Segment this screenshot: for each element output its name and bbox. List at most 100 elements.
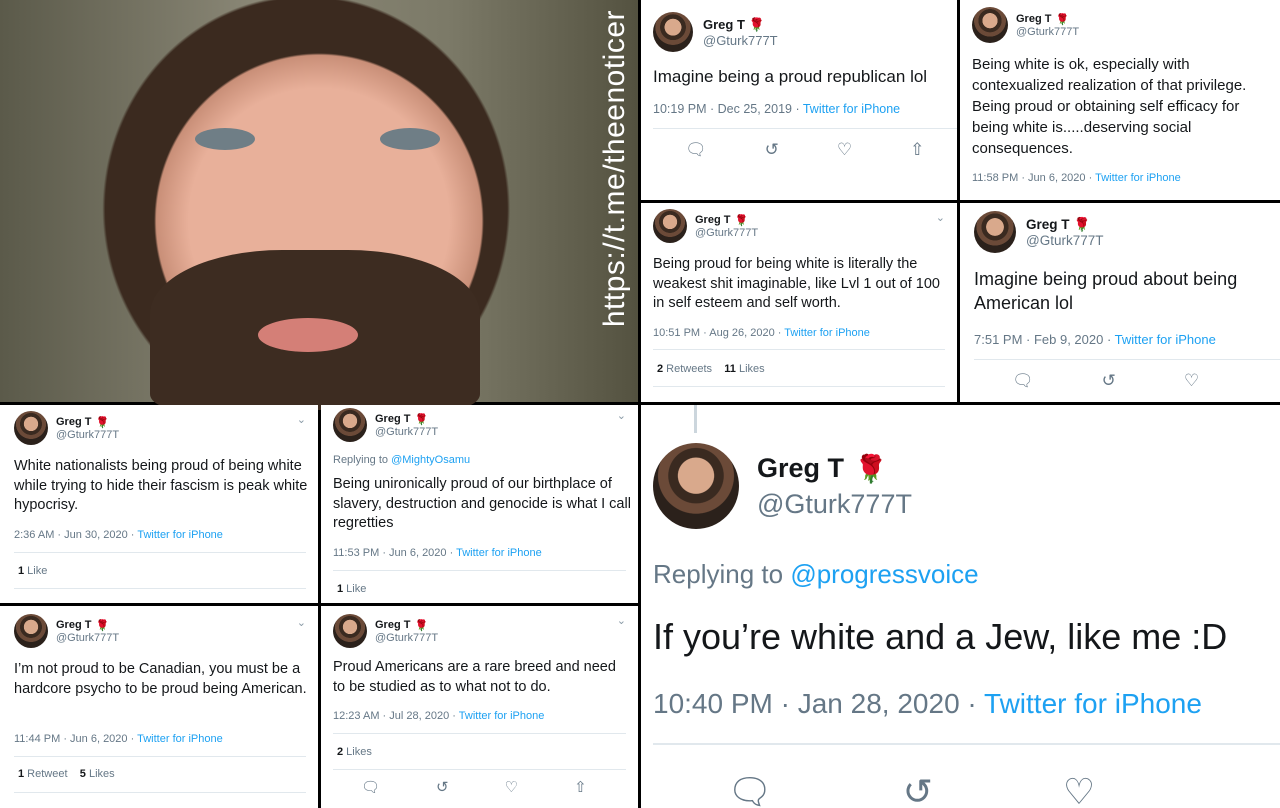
like-icon[interactable]: ♡ — [1063, 771, 1095, 808]
replying-to: Replying to @MightyOsamu — [333, 454, 471, 466]
tweet-card-3: Greg T 🌹 @Gturk777T ⌄ Being proud for bei… — [641, 203, 957, 402]
tweet-card-4: Greg T 🌹 @Gturk777T Imagine being proud a… — [960, 203, 1280, 402]
display-name[interactable]: Greg T — [1026, 217, 1070, 232]
like-icon[interactable]: ♡ — [837, 140, 852, 160]
source-link[interactable]: Twitter for iPhone — [1095, 172, 1181, 184]
display-name[interactable]: Greg T — [1016, 13, 1051, 25]
divider — [653, 386, 945, 387]
avatar[interactable] — [974, 211, 1016, 253]
tweet-meta: 10:40 PM · Jan 28, 2020 · Twitter for iP… — [653, 688, 1202, 719]
tweet-meta: 11:53 PM · Jun 6, 2020 · Twitter for iPh… — [333, 547, 542, 559]
tweet-actions: 🗨 ↺ ♡ — [1012, 371, 1199, 391]
user-handle[interactable]: @Gturk777T — [56, 429, 119, 441]
tweet-meta: 10:19 PM · Dec 25, 2019 · Twitter for iP… — [653, 102, 901, 116]
divider — [14, 792, 306, 793]
avatar[interactable] — [14, 614, 48, 648]
share-icon[interactable]: ⇧ — [574, 778, 587, 796]
source-link[interactable]: Twitter for iPhone — [1115, 332, 1216, 347]
source-link[interactable]: Twitter for iPhone — [784, 327, 870, 339]
reply-mention-link[interactable]: @progressvoice — [790, 559, 978, 589]
share-icon[interactable]: ⇧ — [910, 140, 924, 160]
retweet-icon[interactable]: ↺ — [436, 778, 449, 796]
tweet-meta: 10:51 PM · Aug 26, 2020 · Twitter for iP… — [653, 327, 870, 339]
tweet-card-2: Greg T 🌹 @Gturk777T Being white is ok, es… — [960, 0, 1280, 200]
source-link[interactable]: Twitter for iPhone — [137, 733, 223, 745]
like-count[interactable]: 1 Like — [337, 583, 366, 595]
profile-photo: https://t.me/theenoticer — [0, 0, 638, 410]
retweet-count[interactable]: 2 Retweets — [657, 363, 712, 375]
chevron-down-icon[interactable]: ⌄ — [936, 211, 945, 224]
tweet-header: Greg T 🌹 @Gturk777T — [14, 411, 119, 445]
avatar[interactable] — [333, 614, 367, 648]
like-count[interactable]: 5 Likes — [80, 768, 115, 780]
chevron-down-icon[interactable]: ⌄ — [297, 413, 306, 426]
divider — [333, 733, 626, 734]
reply-icon[interactable]: 🗨 — [727, 771, 773, 808]
tweet-header: Greg T 🌹 @Gturk777T — [974, 211, 1103, 253]
user-handle[interactable]: @Gturk777T — [1016, 26, 1079, 38]
divider — [333, 570, 626, 571]
user-handle[interactable]: @Gturk777T — [757, 489, 912, 520]
rose-emoji: 🌹 — [95, 619, 110, 632]
source-link[interactable]: Twitter for iPhone — [456, 547, 542, 559]
chevron-down-icon[interactable]: ⌄ — [297, 616, 306, 629]
like-count[interactable]: 1 Like — [18, 565, 47, 577]
source-link[interactable]: Twitter for iPhone — [803, 102, 900, 116]
watermark-url: https://t.me/theenoticer — [598, 10, 631, 328]
chevron-down-icon[interactable]: ⌄ — [617, 614, 626, 627]
source-link[interactable]: Twitter for iPhone — [984, 688, 1202, 719]
thread-line — [694, 405, 697, 433]
rose-emoji: 🌹 — [1055, 13, 1070, 26]
reply-icon[interactable]: 🗨 — [685, 140, 707, 160]
user-handle[interactable]: @Gturk777T — [375, 426, 438, 438]
display-name[interactable]: Greg T — [703, 17, 745, 32]
display-name[interactable]: Greg T — [375, 619, 410, 631]
tweet-text: If you’re white and a Jew, like me :D — [653, 616, 1228, 657]
display-name[interactable]: Greg T — [375, 413, 410, 425]
avatar[interactable] — [14, 411, 48, 445]
tweet-card-9: Greg T 🌹 @Gturk777T ⌄ Proud Americans are… — [321, 606, 638, 808]
like-count[interactable]: 11 Likes — [724, 363, 764, 375]
chevron-down-icon[interactable]: ⌄ — [617, 409, 626, 422]
retweet-icon[interactable]: ↺ — [765, 140, 779, 160]
tweet-card-5: Greg T 🌹 @Gturk777T ⌄ White nationalists … — [0, 405, 318, 603]
tweet-stats: 2 Retweets 11 Likes — [657, 363, 765, 375]
rose-emoji: 🌹 — [414, 413, 429, 426]
avatar[interactable] — [653, 443, 739, 529]
divider — [14, 756, 306, 757]
avatar[interactable] — [972, 7, 1008, 43]
reply-icon[interactable]: 🗨 — [1012, 371, 1034, 391]
reply-icon[interactable]: 🗨 — [361, 778, 380, 796]
display-name[interactable]: Greg T — [56, 619, 91, 631]
tweet-header: Greg T 🌹 @Gturk777T — [333, 614, 438, 648]
avatar[interactable] — [333, 408, 367, 442]
user-handle[interactable]: @Gturk777T — [695, 227, 758, 239]
display-name[interactable]: Greg T — [695, 214, 730, 226]
photo-mouth — [258, 318, 358, 352]
source-link[interactable]: Twitter for iPhone — [137, 529, 223, 541]
display-name[interactable]: Greg T — [56, 416, 91, 428]
user-handle[interactable]: @Gturk777T — [1026, 233, 1103, 248]
tweet-meta: 12:23 AM · Jul 28, 2020 · Twitter for iP… — [333, 710, 545, 722]
tweet-header: Greg T 🌹 @Gturk777T — [653, 209, 758, 243]
tweet-text: Being proud for being white is literally… — [653, 256, 940, 312]
user-handle[interactable]: @Gturk777T — [375, 632, 438, 644]
avatar[interactable] — [653, 209, 687, 243]
tweet-header: Greg T 🌹 @Gturk777T — [653, 443, 912, 529]
tweet-header: Greg T 🌹 @Gturk777T — [653, 12, 778, 52]
retweet-icon[interactable]: ↺ — [903, 771, 933, 808]
like-count[interactable]: 2 Likes — [337, 746, 372, 758]
reply-mention-link[interactable]: @MightyOsamu — [391, 454, 470, 466]
like-icon[interactable]: ♡ — [505, 778, 518, 796]
user-handle[interactable]: @Gturk777T — [56, 632, 119, 644]
source-link[interactable]: Twitter for iPhone — [459, 710, 545, 722]
retweet-count[interactable]: 1 Retweet — [18, 768, 68, 780]
divider — [653, 743, 1280, 745]
retweet-icon[interactable]: ↺ — [1102, 371, 1116, 391]
photo-eye-left — [195, 128, 255, 150]
user-handle[interactable]: @Gturk777T — [703, 33, 778, 48]
avatar[interactable] — [653, 12, 693, 52]
divider — [333, 769, 626, 770]
like-icon[interactable]: ♡ — [1184, 371, 1199, 391]
display-name[interactable]: Greg T — [757, 453, 844, 484]
